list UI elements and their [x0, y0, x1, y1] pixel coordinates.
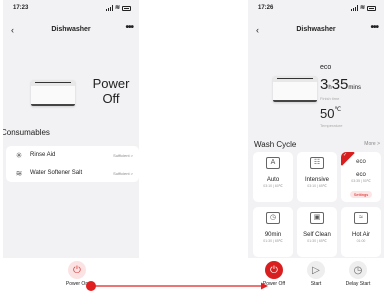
transition-arrow	[86, 281, 268, 291]
arrow-start-dot	[86, 281, 96, 291]
arrow-head	[261, 282, 268, 290]
